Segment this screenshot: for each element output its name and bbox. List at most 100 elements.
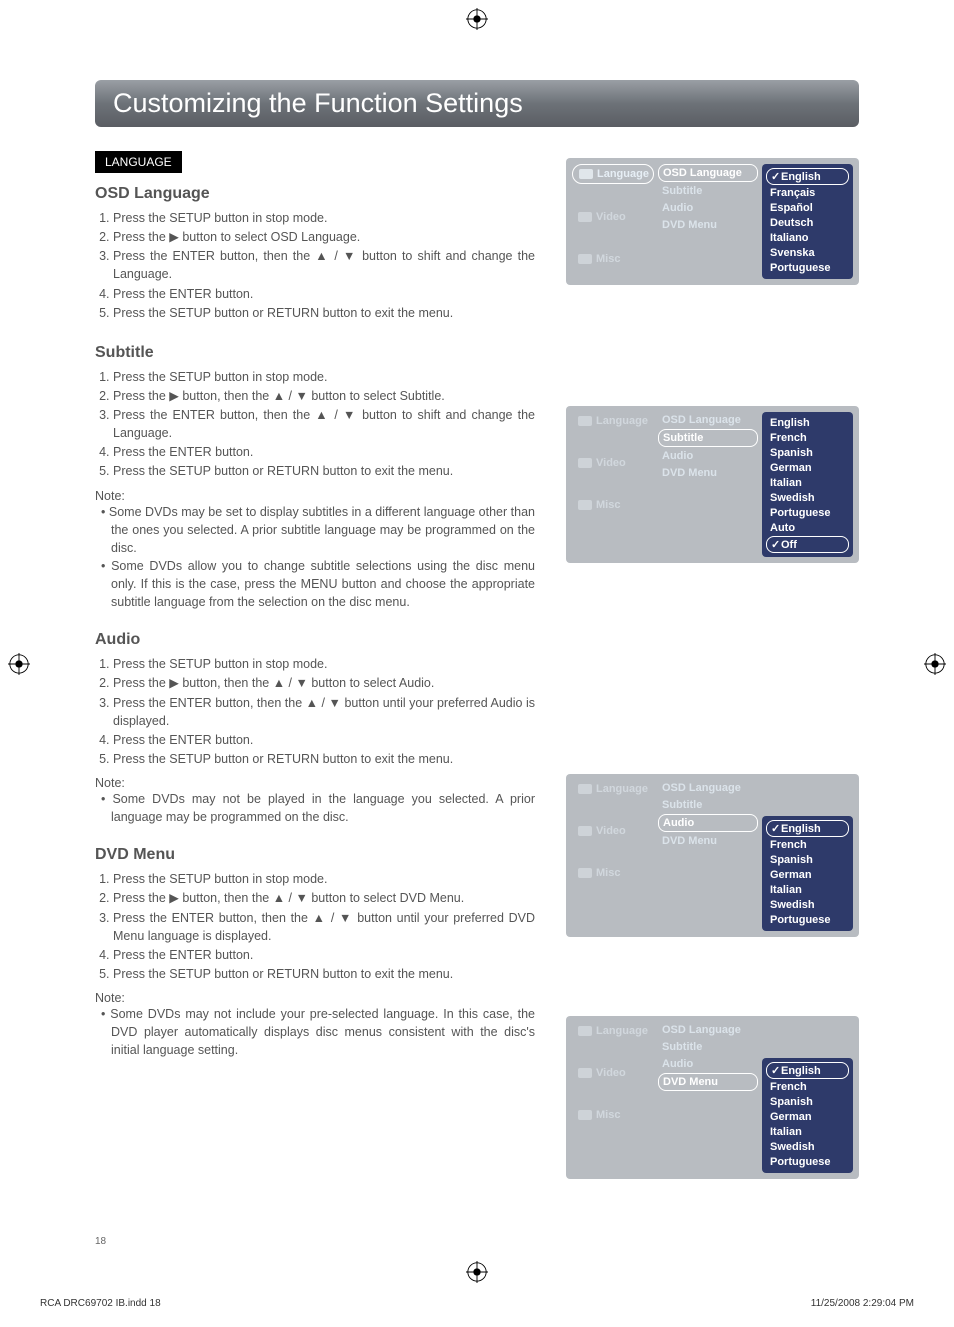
osd-mid-item: OSD Language bbox=[658, 1022, 758, 1038]
osd-mid-item: OSD Language bbox=[658, 780, 758, 796]
subtitle-note-label: Note: bbox=[95, 489, 535, 503]
footer-filename: RCA DRC69702 IB.indd 18 bbox=[40, 1298, 161, 1309]
osd-mid-item: Audio bbox=[658, 814, 758, 832]
osd-mid-item: DVD Menu bbox=[658, 465, 758, 481]
osd-option: Español bbox=[766, 201, 849, 215]
registration-mark-bottom bbox=[466, 1261, 488, 1283]
osd-option: Italian bbox=[766, 476, 849, 490]
osd-preview-dvdmenu: Language Video Misc OSD Language Subtitl… bbox=[566, 1016, 859, 1179]
osd-tab-language: Language bbox=[572, 164, 654, 184]
osd-option: Auto bbox=[766, 521, 849, 535]
osd-option: ✓Off bbox=[766, 536, 849, 553]
page-title: Customizing the Function Settings bbox=[95, 80, 859, 127]
osd-tab-misc: Misc bbox=[572, 496, 654, 514]
osd-tab-video: Video bbox=[572, 454, 654, 472]
osd-mid-item: Subtitle bbox=[658, 1039, 758, 1055]
subtitle-notes: Some DVDs may be set to display subtitle… bbox=[95, 503, 535, 612]
osd-preview-osd-language: Language Video Misc OSD Language Subtitl… bbox=[566, 158, 859, 285]
list-item: Press the ENTER button, then the ▲ / ▼ b… bbox=[113, 406, 535, 442]
osd-mid-item: Subtitle bbox=[658, 429, 758, 447]
osd-mid-item: Audio bbox=[658, 200, 758, 216]
osd-mid-item: Subtitle bbox=[658, 797, 758, 813]
osd-option: Français bbox=[766, 186, 849, 200]
dvdmenu-notes: Some DVDs may not include your pre-selec… bbox=[95, 1005, 535, 1059]
misc-icon bbox=[578, 500, 592, 510]
disc-icon bbox=[578, 1026, 592, 1036]
subtitle-steps: Press the SETUP button in stop mode. Pre… bbox=[95, 368, 535, 481]
osd-option: Swedish bbox=[766, 898, 849, 912]
video-icon bbox=[578, 212, 592, 222]
osd-option: French bbox=[766, 431, 849, 445]
list-item: Press the ENTER button, then the ▲ / ▼ b… bbox=[113, 694, 535, 730]
list-item: Press the ▶ button, then the ▲ / ▼ butto… bbox=[113, 674, 535, 692]
video-icon bbox=[578, 458, 592, 468]
osd-tab-misc: Misc bbox=[572, 250, 654, 268]
check-icon: ✓ bbox=[771, 1064, 781, 1077]
osd-mid-item: Audio bbox=[658, 448, 758, 464]
print-footer: RCA DRC69702 IB.indd 18 11/25/2008 2:29:… bbox=[40, 1298, 914, 1309]
dvdmenu-steps: Press the SETUP button in stop mode. Pre… bbox=[95, 870, 535, 983]
osd-tab-video: Video bbox=[572, 822, 654, 840]
list-item: Press the SETUP button in stop mode. bbox=[113, 870, 535, 888]
osd-option: Swedish bbox=[766, 491, 849, 505]
misc-icon bbox=[578, 254, 592, 264]
subtitle-heading: Subtitle bbox=[95, 344, 859, 362]
list-item: Press the SETUP button in stop mode. bbox=[113, 368, 535, 386]
list-item: Press the ENTER button, then the ▲ / ▼ b… bbox=[113, 247, 535, 283]
list-item: Press the ENTER button. bbox=[113, 731, 535, 749]
audio-notes: Some DVDs may not be played in the langu… bbox=[95, 790, 535, 826]
footer-timestamp: 11/25/2008 2:29:04 PM bbox=[811, 1298, 914, 1309]
osd-preview-subtitle: Language Video Misc OSD Language Subtitl… bbox=[566, 406, 859, 563]
osd-option: Portuguese bbox=[766, 913, 849, 927]
osd-tab-video: Video bbox=[572, 208, 654, 226]
language-header-box: LANGUAGE bbox=[95, 151, 182, 173]
osd-option: German bbox=[766, 868, 849, 882]
dvdmenu-note-label: Note: bbox=[95, 991, 535, 1005]
list-item: Press the SETUP button or RETURN button … bbox=[113, 462, 535, 480]
list-item: Press the ▶ button, then the ▲ / ▼ butto… bbox=[113, 889, 535, 907]
registration-mark-top bbox=[466, 8, 488, 30]
list-item: Press the ENTER button, then the ▲ / ▼ b… bbox=[113, 909, 535, 945]
list-item: Press the SETUP button in stop mode. bbox=[113, 209, 535, 227]
osd-option: Spanish bbox=[766, 446, 849, 460]
osd-option: Portuguese bbox=[766, 1155, 849, 1169]
osd-option: Svenska bbox=[766, 246, 849, 260]
list-item: Press the SETUP button or RETURN button … bbox=[113, 750, 535, 768]
osd-option: ✓English bbox=[766, 168, 849, 185]
check-icon: ✓ bbox=[771, 538, 781, 551]
osd-preview-audio: Language Video Misc OSD Language Subtitl… bbox=[566, 774, 859, 937]
list-item: Some DVDs may be set to display subtitle… bbox=[95, 503, 535, 557]
osd-option: German bbox=[766, 461, 849, 475]
osd-tab-video: Video bbox=[572, 1064, 654, 1082]
osd-option: Spanish bbox=[766, 853, 849, 867]
osd-option: Italian bbox=[766, 1125, 849, 1139]
osd-option: Deutsch bbox=[766, 216, 849, 230]
osd-option: ✓English bbox=[766, 1062, 849, 1079]
list-item: Some DVDs may not be played in the langu… bbox=[95, 790, 535, 826]
osd-tab-language: Language bbox=[572, 412, 654, 430]
osd-option: Portuguese bbox=[766, 261, 849, 275]
list-item: Press the ENTER button. bbox=[113, 285, 535, 303]
disc-icon bbox=[578, 784, 592, 794]
registration-mark-right bbox=[924, 653, 946, 675]
osd-option: German bbox=[766, 1110, 849, 1124]
osd-tab-misc: Misc bbox=[572, 864, 654, 882]
list-item: Press the SETUP button or RETURN button … bbox=[113, 304, 535, 322]
osd-mid-item: DVD Menu bbox=[658, 1073, 758, 1091]
page-number: 18 bbox=[95, 1236, 106, 1247]
list-item: Some DVDs may not include your pre-selec… bbox=[95, 1005, 535, 1059]
osd-option: French bbox=[766, 838, 849, 852]
registration-mark-left bbox=[8, 653, 30, 675]
osd-mid-item: Audio bbox=[658, 1056, 758, 1072]
osd-option: Italian bbox=[766, 883, 849, 897]
osd-tab-misc: Misc bbox=[572, 1106, 654, 1124]
list-item: Press the ENTER button. bbox=[113, 443, 535, 461]
disc-icon bbox=[579, 169, 593, 179]
check-icon: ✓ bbox=[771, 170, 781, 183]
audio-heading: Audio bbox=[95, 631, 859, 649]
list-item: Press the SETUP button or RETURN button … bbox=[113, 965, 535, 983]
osd-option: Italiano bbox=[766, 231, 849, 245]
list-item: Press the ▶ button, then the ▲ / ▼ butto… bbox=[113, 387, 535, 405]
osd-mid-item: OSD Language bbox=[658, 164, 758, 182]
osd-option: Portuguese bbox=[766, 506, 849, 520]
